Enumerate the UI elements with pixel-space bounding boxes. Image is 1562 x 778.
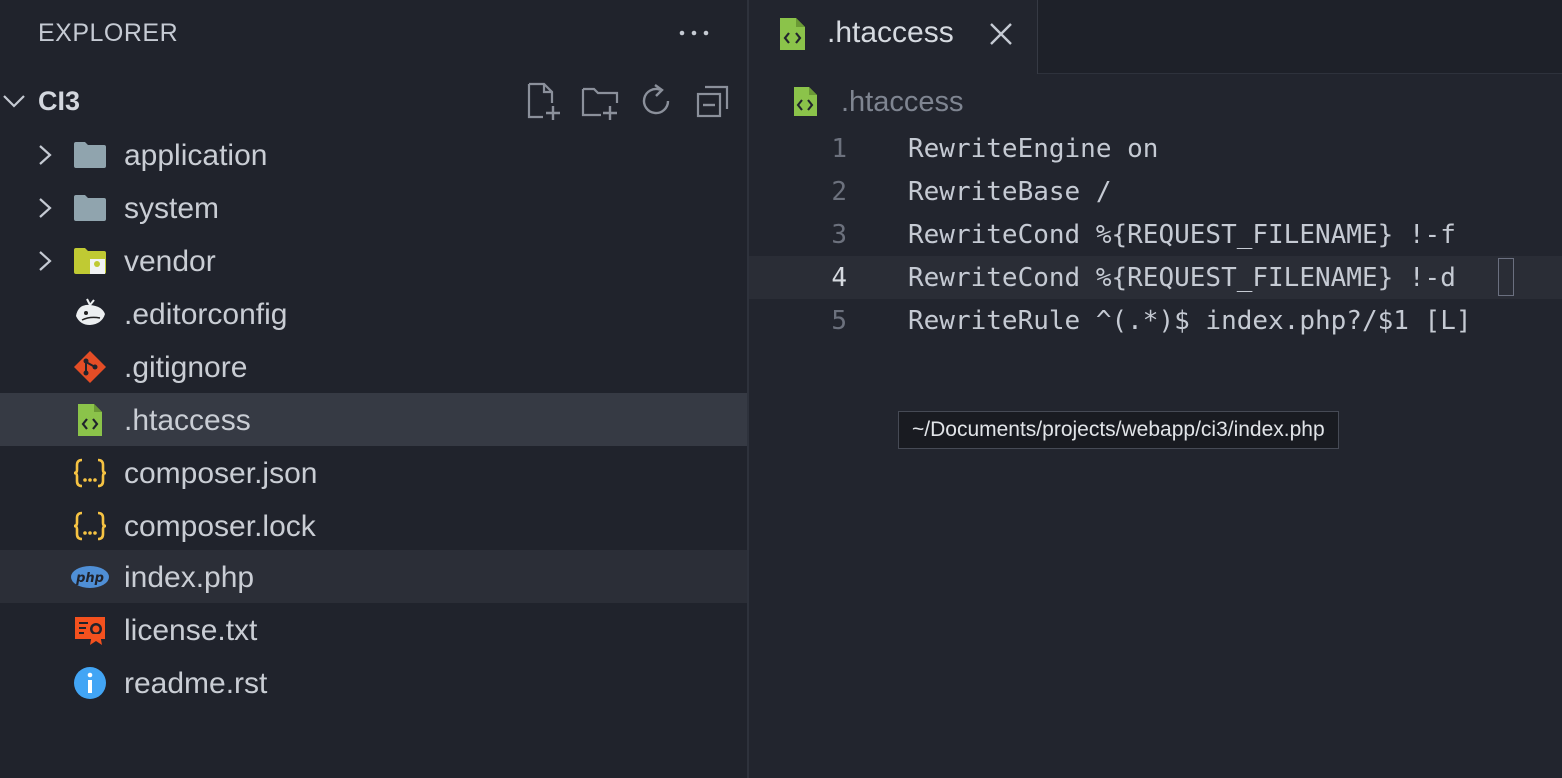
new-folder-icon[interactable] (580, 81, 620, 121)
line-text[interactable]: RewriteCond %{REQUEST_FILENAME} !-f (908, 220, 1456, 250)
htaccess-file-icon (794, 87, 817, 116)
tree-item-label: index.php (124, 561, 255, 594)
code-line[interactable]: 5 RewriteRule ^(.*)$ index.php?/$1 [L] (749, 299, 1562, 342)
license-icon (75, 617, 105, 645)
vendor-folder-icon (74, 248, 106, 274)
project-name: CI3 (38, 86, 81, 116)
tree-item-index-php[interactable]: php index.php (0, 550, 747, 603)
svg-text:php: php (75, 571, 104, 586)
collapse-all-icon[interactable] (694, 81, 734, 121)
code-line-current[interactable]: 4 RewriteCond %{REQUEST_FILENAME} !-d (749, 256, 1562, 299)
project-root-row[interactable]: CI3 (0, 75, 747, 128)
path-tooltip: ~/Documents/projects/webapp/ci3/index.ph… (898, 411, 1339, 449)
chevron-right-icon[interactable] (34, 143, 56, 167)
tree-item-system[interactable]: system (0, 181, 747, 234)
tree-item-label: readme.rst (124, 667, 268, 700)
breadcrumb-item[interactable]: .htaccess (841, 86, 964, 119)
folder-icon (74, 195, 106, 221)
chevron-right-icon[interactable] (34, 196, 56, 220)
explorer-header: EXPLORER (0, 0, 747, 68)
tree-item-label: .editorconfig (124, 298, 288, 331)
htaccess-file-icon (78, 404, 102, 436)
explorer-sidebar: EXPLORER CI3 application system vendor .… (0, 0, 749, 778)
line-number: 3 (831, 220, 847, 250)
editor-pane: .htaccess .htaccess 1 RewriteEngine on 2… (749, 0, 1562, 778)
code-line[interactable]: 2 RewriteBase / (749, 170, 1562, 213)
line-number: 4 (831, 263, 847, 293)
tree-item-htaccess[interactable]: .htaccess (0, 393, 747, 446)
folder-icon (74, 142, 106, 168)
info-icon (74, 667, 106, 699)
line-text[interactable]: RewriteRule ^(.*)$ index.php?/$1 [L] (908, 306, 1472, 336)
json-braces-icon (73, 458, 107, 488)
tree-item-editorconfig[interactable]: .editorconfig (0, 287, 747, 340)
line-number: 5 (831, 306, 847, 336)
tree-item-label: .htaccess (124, 404, 251, 437)
json-braces-icon (73, 511, 107, 541)
tab-htaccess[interactable]: .htaccess (749, 0, 1038, 74)
code-line[interactable]: 3 RewriteCond %{REQUEST_FILENAME} !-f (749, 213, 1562, 256)
tree-item-label: .gitignore (124, 351, 248, 384)
tree-item-readme[interactable]: readme.rst (0, 656, 747, 709)
tree-item-label: vendor (124, 245, 216, 278)
tab-label: .htaccess (827, 16, 954, 49)
explorer-title: EXPLORER (38, 19, 179, 47)
line-text[interactable]: RewriteBase / (908, 177, 1112, 207)
chevron-right-icon[interactable] (34, 249, 56, 273)
htaccess-file-icon (780, 18, 805, 50)
tree-item-label: composer.lock (124, 510, 316, 543)
line-text[interactable]: RewriteEngine on (908, 134, 1158, 164)
breadcrumb: .htaccess (749, 80, 1562, 124)
new-file-icon[interactable] (523, 81, 563, 121)
tree-item-label: system (124, 192, 220, 225)
tree-item-application[interactable]: application (0, 128, 747, 181)
code-line[interactable]: 1 RewriteEngine on (749, 127, 1562, 170)
tree-item-label: application (124, 139, 268, 172)
tree-item-composer-json[interactable]: composer.json (0, 446, 747, 499)
editorconfig-icon (76, 298, 105, 325)
tree-item-label: license.txt (124, 614, 258, 647)
line-text[interactable]: RewriteCond %{REQUEST_FILENAME} !-d (908, 263, 1456, 293)
tree-item-license[interactable]: license.txt (0, 603, 747, 656)
tab-bar: .htaccess (749, 0, 1562, 74)
text-cursor (1498, 258, 1514, 296)
git-icon (74, 351, 106, 383)
more-actions-icon[interactable] (676, 18, 712, 48)
line-number: 1 (831, 134, 847, 164)
tree-item-composer-lock[interactable]: composer.lock (0, 499, 747, 552)
chevron-down-icon[interactable] (2, 89, 26, 113)
tree-item-vendor[interactable]: vendor (0, 234, 747, 287)
refresh-icon[interactable] (636, 81, 676, 121)
tree-item-label: composer.json (124, 457, 318, 490)
tree-item-gitignore[interactable]: .gitignore (0, 340, 747, 393)
line-number: 2 (831, 177, 847, 207)
php-icon: php (71, 566, 109, 588)
close-icon[interactable] (987, 20, 1015, 48)
